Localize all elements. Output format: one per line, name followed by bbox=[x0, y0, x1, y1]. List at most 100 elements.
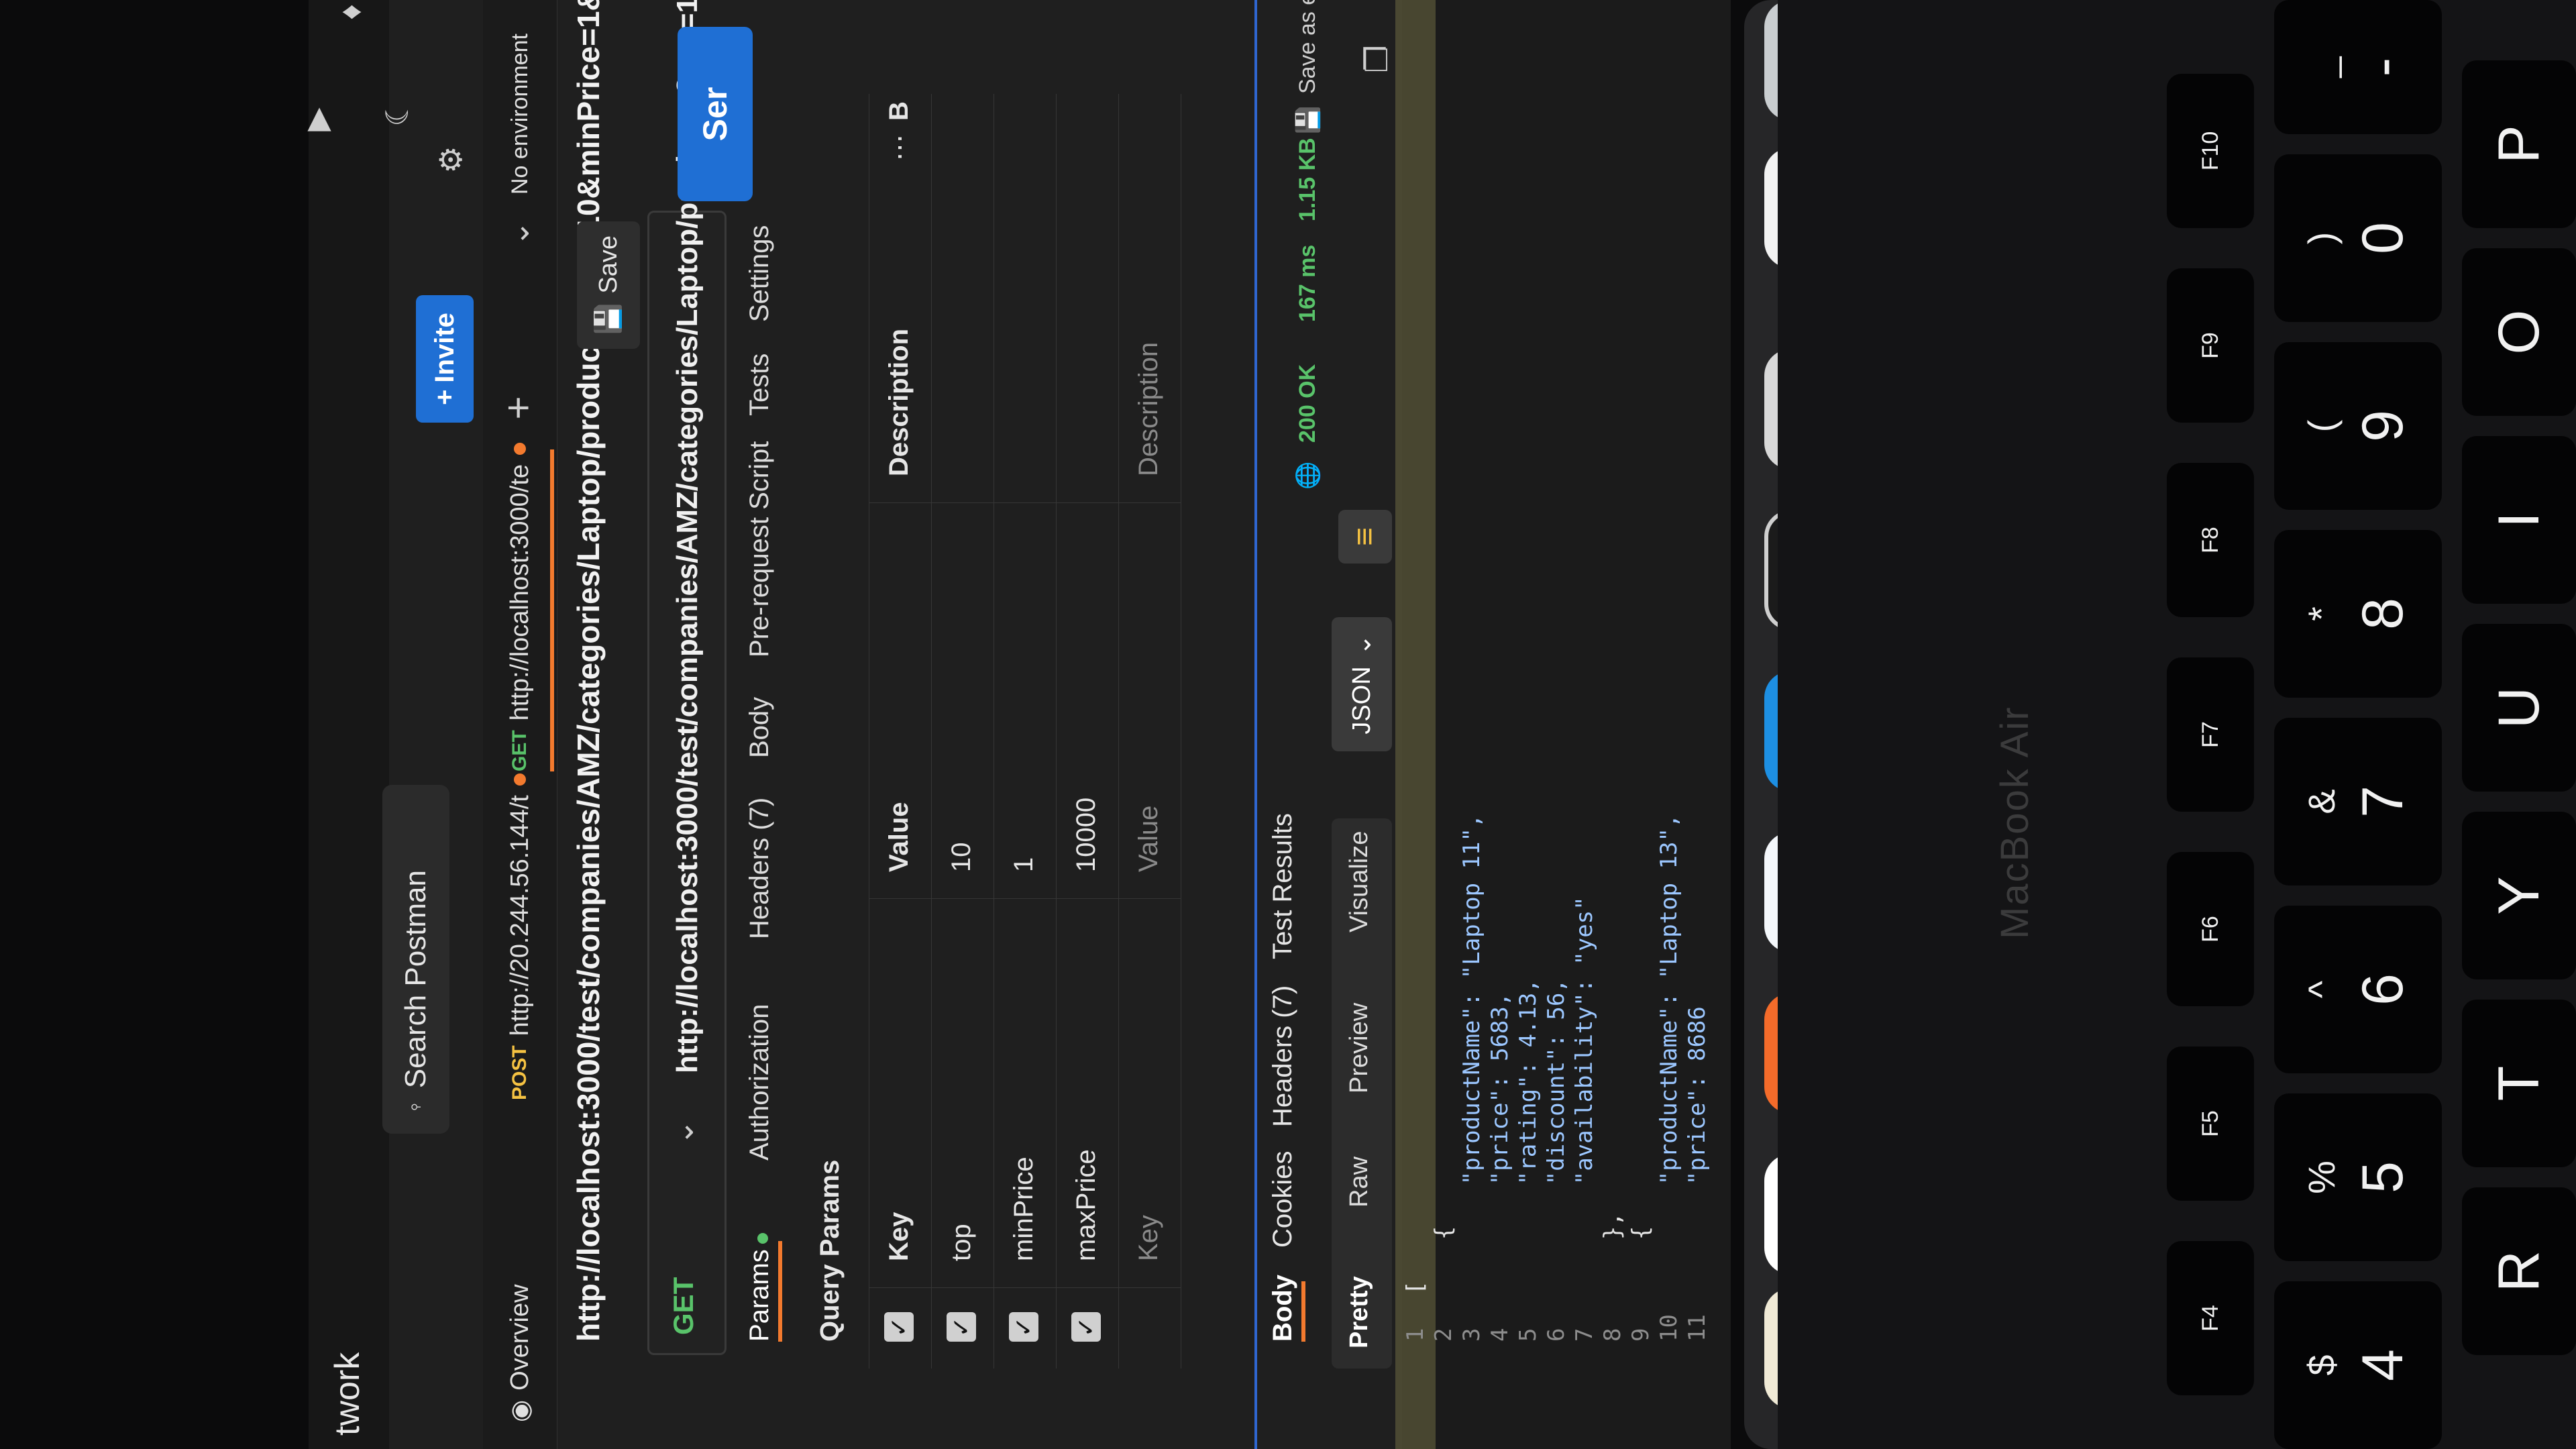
select-all-checkbox[interactable]: ✓ bbox=[884, 1312, 914, 1342]
req-tab-tests[interactable]: Tests bbox=[745, 354, 775, 416]
status-code[interactable]: 200 OK bbox=[1295, 364, 1321, 443]
key-p[interactable]: P bbox=[2462, 60, 2576, 228]
key-y[interactable]: Y bbox=[2462, 812, 2576, 979]
method-select[interactable]: GET bbox=[667, 1277, 700, 1335]
tab-get-request[interactable]: GET http://localhost:3000/te bbox=[490, 442, 550, 771]
key-f7[interactable]: F7 bbox=[2167, 657, 2254, 812]
key-label: 8 bbox=[2351, 598, 2415, 630]
search-postman[interactable]: ⚲ Search Postman bbox=[382, 785, 449, 1134]
key-f10[interactable]: F10 bbox=[2167, 74, 2254, 228]
key-label: F9 bbox=[2197, 332, 2223, 359]
play-icon[interactable]: ▶ bbox=[295, 98, 338, 141]
workspace-label[interactable]: twork bbox=[327, 1352, 368, 1436]
key-f9[interactable]: F9 bbox=[2167, 268, 2254, 423]
req-tab-headers[interactable]: Headers (7) bbox=[745, 798, 775, 939]
key-minus[interactable]: _ - bbox=[2274, 0, 2442, 134]
key-r[interactable]: R bbox=[2462, 1187, 2576, 1355]
resp-tab-headers[interactable]: Headers (7) bbox=[1268, 985, 1298, 1127]
save-as-example-link[interactable]: Save as exam bbox=[1295, 0, 1321, 94]
more-options-icon[interactable]: ⋯ bbox=[884, 134, 915, 161]
key-shift-label: % bbox=[2300, 1161, 2343, 1194]
key-f4[interactable]: F4 bbox=[2167, 1241, 2254, 1395]
bulk-edit-link[interactable]: B bbox=[884, 101, 914, 121]
settings-gear-icon[interactable]: ⚙ bbox=[429, 138, 472, 181]
key-5[interactable]: % 5 bbox=[2274, 1093, 2442, 1261]
key-o[interactable]: O bbox=[2462, 248, 2576, 416]
req-tab-authorization[interactable]: Authorization bbox=[745, 1004, 775, 1161]
moon-icon[interactable]: ☾ bbox=[376, 91, 419, 134]
view-preview[interactable]: Preview bbox=[1345, 1003, 1374, 1093]
environment-select[interactable]: No environment bbox=[490, 34, 550, 195]
response-size[interactable]: 1.15 KB bbox=[1295, 138, 1321, 221]
key-u[interactable]: U bbox=[2462, 624, 2576, 792]
response-time[interactable]: 167 ms bbox=[1295, 245, 1321, 322]
resp-tab-test-results[interactable]: Test Results bbox=[1268, 813, 1298, 959]
tab-label: http://20.244.56.144/t bbox=[505, 795, 534, 1036]
key-7[interactable]: & 7 bbox=[2274, 718, 2442, 885]
param-key[interactable]: top bbox=[947, 1224, 977, 1261]
req-tab-body[interactable]: Body bbox=[745, 697, 775, 758]
resp-tab-cookies[interactable]: Cookies bbox=[1268, 1150, 1298, 1248]
line-number: 9 bbox=[1627, 1328, 1654, 1342]
view-pretty[interactable]: Pretty bbox=[1345, 1276, 1374, 1348]
key-8[interactable]: * 8 bbox=[2274, 530, 2442, 698]
tab-post-request[interactable]: POST http://20.244.56.144/t bbox=[490, 773, 550, 1100]
param-value[interactable]: 10 bbox=[947, 843, 977, 873]
key-0[interactable]: ) 0 bbox=[2274, 154, 2442, 322]
chevron-down-icon[interactable]: ⌄ bbox=[496, 212, 539, 255]
key-label: P bbox=[2486, 125, 2551, 164]
save-label: Save bbox=[594, 235, 623, 294]
response-divider[interactable] bbox=[1254, 0, 1257, 1449]
key-4[interactable]: $4 bbox=[2274, 1281, 2442, 1449]
req-tab-prerequest[interactable]: Pre-request Script bbox=[745, 441, 775, 657]
key-f5[interactable]: F5 bbox=[2167, 1046, 2254, 1201]
key-shift-label: ) bbox=[2300, 231, 2343, 245]
active-tab-indicator bbox=[550, 449, 554, 771]
key-f8[interactable]: F8 bbox=[2167, 463, 2254, 617]
req-tab-settings[interactable]: Settings bbox=[745, 225, 775, 322]
key-i[interactable]: I bbox=[2462, 436, 2576, 604]
table-header-row: ✓ Key Value Description ⋯ B bbox=[869, 94, 932, 1368]
row-checkbox[interactable]: ✓ bbox=[1071, 1312, 1101, 1342]
row-checkbox[interactable]: ✓ bbox=[1009, 1312, 1038, 1342]
row-checkbox[interactable]: ✓ bbox=[947, 1312, 976, 1342]
param-value[interactable]: 10000 bbox=[1071, 798, 1102, 872]
line-number: 7 bbox=[1571, 1328, 1598, 1342]
save-button[interactable]: 💾 Save bbox=[577, 221, 640, 349]
req-tab-params[interactable]: Params bbox=[745, 1233, 775, 1342]
resp-tab-body[interactable]: Body bbox=[1268, 1275, 1298, 1342]
param-key[interactable]: minPrice bbox=[1009, 1157, 1039, 1261]
view-raw[interactable]: Raw bbox=[1345, 1157, 1374, 1208]
unsaved-dot bbox=[514, 773, 526, 786]
method-chevron-icon[interactable]: ⌄ bbox=[661, 1111, 704, 1154]
value-placeholder[interactable]: Value bbox=[1134, 806, 1164, 872]
key-placeholder[interactable]: Key bbox=[1134, 1215, 1164, 1261]
format-select[interactable]: JSON ⌄ bbox=[1332, 617, 1392, 751]
globe-icon: 🌐 bbox=[1295, 461, 1321, 490]
environment-label: No environment bbox=[506, 33, 533, 195]
key-6[interactable]: ^ 6 bbox=[2274, 906, 2442, 1073]
new-tab-plus-icon[interactable]: + bbox=[496, 386, 541, 429]
unsaved-dot bbox=[514, 442, 526, 455]
key-9[interactable]: (9 bbox=[2274, 342, 2442, 510]
param-key[interactable]: maxPrice bbox=[1071, 1149, 1102, 1261]
overview-icon: ◉ bbox=[506, 1399, 535, 1422]
key-shift-label: ( bbox=[2300, 419, 2343, 433]
param-value[interactable]: 1 bbox=[1009, 857, 1039, 872]
tab-overview[interactable]: ◉ Overview bbox=[490, 1284, 550, 1422]
key-t[interactable]: T bbox=[2462, 1000, 2576, 1167]
search-placeholder: Search Postman bbox=[399, 870, 432, 1089]
description-placeholder[interactable]: Description bbox=[1134, 342, 1164, 476]
copy-icon[interactable]: ❐ bbox=[1355, 38, 1398, 80]
line-number: 3 bbox=[1458, 1328, 1485, 1342]
key-f6[interactable]: F6 bbox=[2167, 852, 2254, 1006]
key-label: - bbox=[2351, 57, 2415, 77]
send-button[interactable]: Ser bbox=[678, 27, 753, 201]
code-line: { bbox=[1627, 1226, 1654, 1295]
bell-icon[interactable]: ♦ bbox=[329, 0, 372, 34]
invite-button[interactable]: + Invite bbox=[416, 295, 474, 423]
table-row-empty: Key Value Description bbox=[1119, 94, 1181, 1368]
key-label: I bbox=[2486, 512, 2551, 528]
wrap-lines-icon[interactable]: ≡ bbox=[1338, 510, 1392, 564]
view-visualize[interactable]: Visualize bbox=[1345, 831, 1374, 932]
